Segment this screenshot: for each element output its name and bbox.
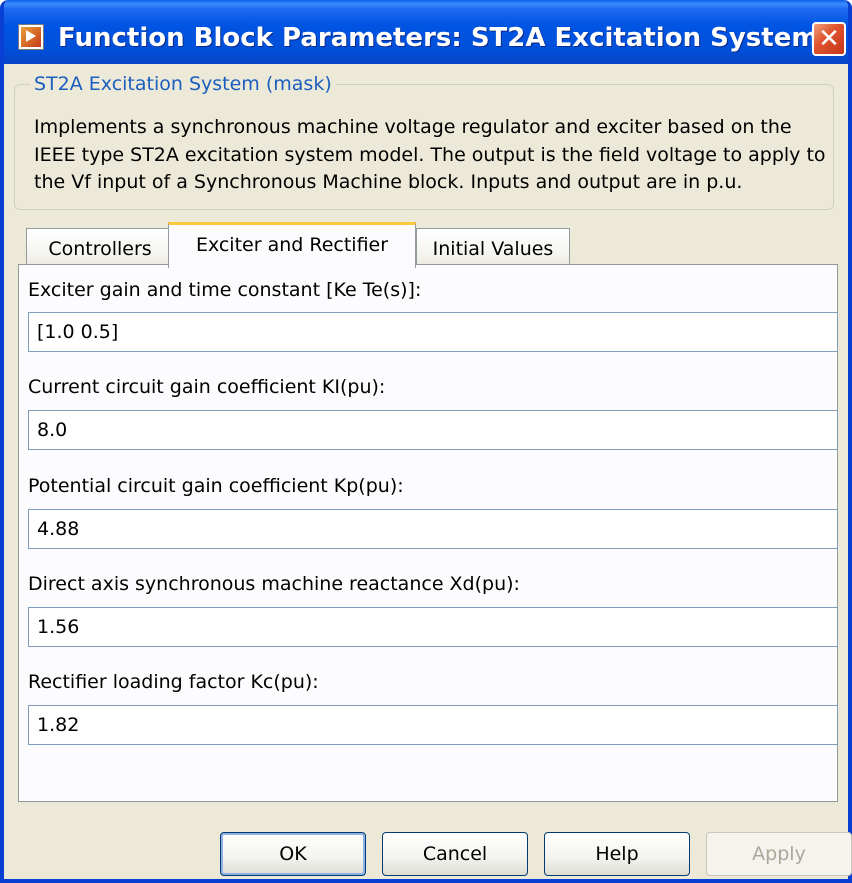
close-icon: ✕ — [818, 24, 840, 54]
tab-initial-values[interactable]: Initial Values — [416, 228, 570, 268]
potential-gain-label: Potential circuit gain coefficient Kp(pu… — [28, 475, 404, 497]
current-gain-input[interactable] — [28, 410, 838, 450]
title-bar[interactable]: Function Block Parameters: ST2A Excitati… — [4, 0, 848, 64]
exciter-gain-input[interactable] — [28, 312, 838, 352]
mask-description: Implements a synchronous machine voltage… — [34, 116, 826, 193]
simulink-block-icon — [18, 24, 44, 50]
reactance-label: Direct axis synchronous machine reactanc… — [28, 573, 520, 595]
reactance-input[interactable] — [28, 607, 838, 647]
apply-button: Apply — [706, 832, 852, 876]
cancel-button[interactable]: Cancel — [382, 832, 528, 876]
tab-exciter-and-rectifier[interactable]: Exciter and Rectifier — [168, 222, 416, 268]
window-title: Function Block Parameters: ST2A Excitati… — [58, 23, 819, 53]
loading-factor-input[interactable] — [28, 705, 838, 745]
close-button[interactable]: ✕ — [812, 22, 846, 56]
tab-strip: Controllers Exciter and Rectifier Initia… — [18, 222, 838, 268]
current-gain-label: Current circuit gain coefficient KI(pu): — [28, 376, 386, 398]
tab-controllers[interactable]: Controllers — [26, 228, 174, 268]
help-button[interactable]: Help — [544, 832, 690, 876]
mask-legend: ST2A Excitation System (mask) — [30, 70, 336, 98]
exciter-gain-label: Exciter gain and time constant [Ke Te(s)… — [28, 279, 422, 301]
ok-button[interactable]: OK — [220, 832, 366, 876]
loading-factor-label: Rectifier loading factor Kc(pu): — [28, 671, 319, 693]
potential-gain-input[interactable] — [28, 509, 838, 549]
